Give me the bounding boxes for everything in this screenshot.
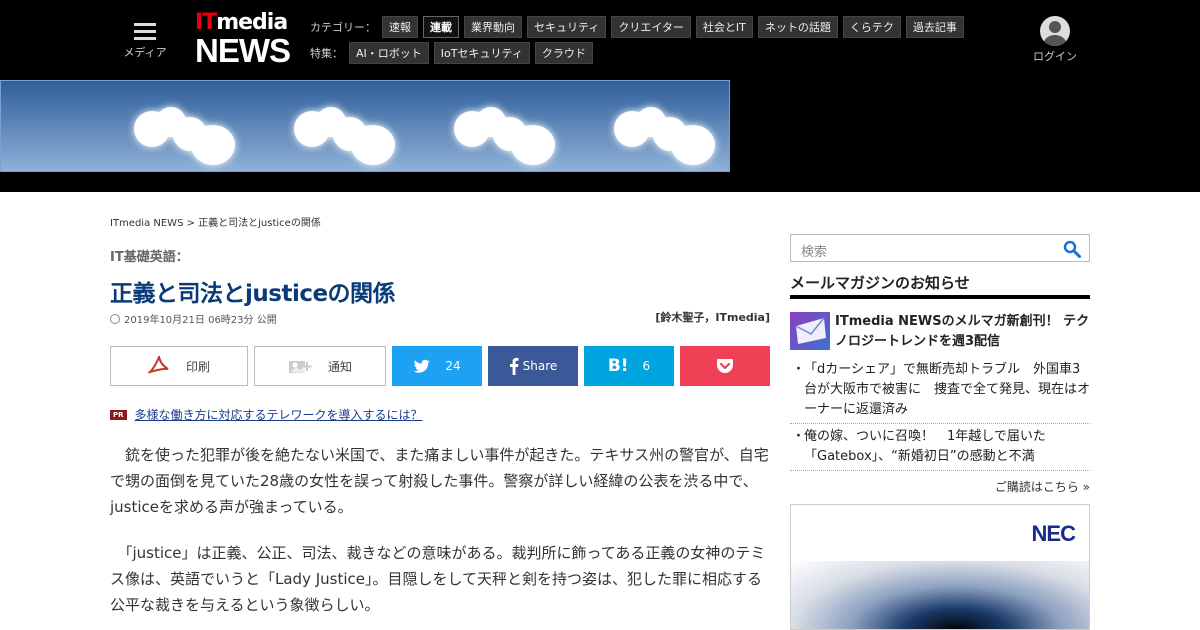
publish-date-text: 2019年10月21日 06時23分 公開 xyxy=(124,315,277,326)
facebook-label: Share xyxy=(522,359,558,373)
category-chip[interactable]: ネットの話題 xyxy=(757,16,838,38)
cloud-shape xyxy=(671,125,715,165)
login-button[interactable]: ログイン xyxy=(1030,16,1080,64)
newsletter-title: メールマガジンのお知らせ xyxy=(790,272,1090,299)
pr-badge: PR xyxy=(110,409,127,420)
hatena-bookmark-button[interactable]: B! 6 xyxy=(584,346,674,386)
twitter-bird-icon xyxy=(414,359,431,373)
newsletter-item-text: 俺の嫁、ついに召喚！ 1年越しで届いた「Gatebox」、“新婚初日”の感動と不… xyxy=(804,429,1046,464)
pr-link[interactable]: 多様な働き方に対応するテレワークを導入するには？ xyxy=(135,406,423,423)
feature-label: 特集： xyxy=(310,47,343,60)
banner-area xyxy=(0,80,1200,192)
feature-chip[interactable]: IoTセキュリティ xyxy=(433,42,530,64)
article-paragraph: 「justice」は正義、公正、司法、裁きなどの意味がある。裁判所に飾ってある正… xyxy=(110,544,766,614)
clock-icon xyxy=(110,313,120,324)
feature-chip[interactable]: AI・ロボット xyxy=(349,42,429,64)
hamburger-icon xyxy=(134,23,156,40)
category-chip[interactable]: くらテク xyxy=(842,16,901,38)
category-chip[interactable]: 速報 xyxy=(382,16,418,38)
publish-date: 2019年10月21日 06時23分 公開 xyxy=(110,311,277,326)
hatena-count: 6 xyxy=(642,359,651,373)
newsletter-item[interactable]: ・ 「dカーシェア」で無断売却トラブル 外国車3台が大阪市で被害に 捜査で全て発… xyxy=(790,360,1090,424)
category-chip[interactable]: 業界動向 xyxy=(464,16,522,38)
twitter-count: 24 xyxy=(445,359,461,373)
add-notification-icon xyxy=(288,361,312,373)
facebook-icon xyxy=(509,357,519,375)
search-placeholder: 検索 xyxy=(801,245,828,260)
print-button[interactable]: 印刷 xyxy=(110,346,248,386)
pdf-icon xyxy=(147,356,169,374)
eye-image xyxy=(791,561,1089,629)
feature-nav: 特集： AI・ロボット IoTセキュリティ クラウド xyxy=(310,42,598,64)
category-chip[interactable]: 社会とIT xyxy=(695,16,753,38)
cloud-shape xyxy=(511,125,555,165)
search-icon[interactable] xyxy=(1063,240,1081,258)
category-chip[interactable]: セキュリティ xyxy=(527,16,607,38)
newsletter-headline-row[interactable]: ITmedia NEWSのメルマガ新創刊！ テクノロジートレンドを週3配信 xyxy=(790,312,1090,352)
newsletter-headline: ITmedia NEWSのメルマガ新創刊！ テクノロジートレンドを週3配信 xyxy=(835,314,1090,349)
pocket-icon xyxy=(717,359,733,373)
banner-ad[interactable] xyxy=(0,80,730,172)
sidebar-ad[interactable]: NEC xyxy=(790,504,1090,630)
category-chip-active[interactable]: 連載 xyxy=(423,16,459,38)
notify-label: 通知 xyxy=(327,359,352,374)
user-icon xyxy=(1040,16,1070,46)
cloud-shape xyxy=(351,125,395,165)
print-label: 印刷 xyxy=(185,359,210,374)
top-bar: メディア ITmedia NEWS カテゴリー： 速報 連載 業界動向 セキュリ… xyxy=(0,0,1200,80)
bullet-icon: ・ xyxy=(792,429,806,444)
media-menu-label: メディア xyxy=(123,46,167,59)
article-kicker[interactable]: IT基礎英語： xyxy=(110,246,189,265)
notify-button[interactable]: 通知 xyxy=(254,346,386,386)
twitter-share-button[interactable]: 24 xyxy=(392,346,482,386)
category-chip[interactable]: 過去記事 xyxy=(905,16,964,38)
author-credit: [鈴木聖子，ITmedia] xyxy=(655,311,770,324)
nec-logo: NEC xyxy=(1031,521,1076,546)
breadcrumb[interactable]: ITmedia NEWS > 正義と司法とjusticeの関係 xyxy=(110,214,321,229)
category-nav: カテゴリー： 速報 連載 業界動向 セキュリティ クリエイター 社会とIT ネッ… xyxy=(310,16,969,38)
logo-news: NEWS xyxy=(195,32,291,69)
mail-icon xyxy=(790,312,830,350)
media-menu-button[interactable]: メディア xyxy=(122,20,168,60)
category-label: カテゴリー： xyxy=(310,21,376,34)
cloud-shape xyxy=(191,125,235,165)
login-label: ログイン xyxy=(1033,50,1077,63)
pocket-save-button[interactable] xyxy=(680,346,770,386)
article-paragraph: 銃を使った犯罪が後を絶たない米国で、また痛ましい事件が起きた。テキサス州の警官が… xyxy=(110,446,769,516)
subscribe-link[interactable]: ご購読はこちら » xyxy=(790,478,1090,495)
bullet-icon: ・ xyxy=(792,362,806,377)
newsletter-item-text: 「dカーシェア」で無断売却トラブル 外国車3台が大阪市で被害に 捜査で全て発見、… xyxy=(804,362,1091,417)
newsletter-item[interactable]: ・ 俺の嫁、ついに召喚！ 1年越しで届いた「Gatebox」、“新婚初日”の感動… xyxy=(790,427,1090,471)
hatena-bookmark-icon: B! xyxy=(607,356,629,376)
feature-chip[interactable]: クラウド xyxy=(534,42,593,64)
search-box[interactable]: 検索 xyxy=(790,234,1090,262)
itmedia-news-logo[interactable]: ITmedia NEWS xyxy=(195,12,295,70)
category-chip[interactable]: クリエイター xyxy=(611,16,691,38)
page-title: 正義と司法とjusticeの関係 xyxy=(110,281,396,307)
facebook-share-button[interactable]: Share xyxy=(488,346,578,386)
pr-row: PR 多様な働き方に対応するテレワークを導入するには？ xyxy=(110,406,423,423)
